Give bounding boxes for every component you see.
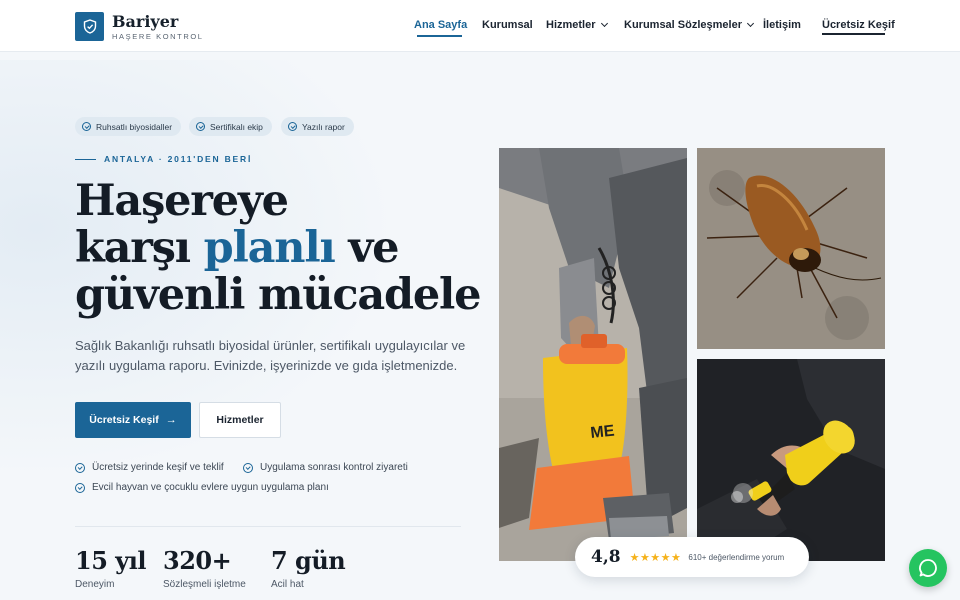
nav-item-kurumsal[interactable]: Kurumsal: [482, 19, 533, 31]
rating-card: 4,8 ★★★★★ 610+ değerlendirme yorum: [575, 537, 809, 577]
nav-item-hizmetler[interactable]: Hizmetler: [546, 19, 608, 31]
nav-item-iletisim[interactable]: İletişim: [763, 19, 801, 31]
check-circle-icon: [196, 122, 205, 131]
nav-item-kurumsal-sozlesmeler[interactable]: Kurumsal Sözleşmeler: [624, 19, 755, 31]
arrow-right-icon: →: [165, 414, 177, 426]
cockroach-image: [697, 148, 885, 349]
services-button[interactable]: Hizmetler: [199, 402, 281, 438]
svg-text:ME: ME: [590, 423, 616, 442]
nav-item-home[interactable]: Ana Sayfa: [414, 19, 467, 31]
site-header: Bariyer HAŞERE KONTROL Ana Sayfa Kurumsa…: [0, 0, 960, 52]
nav-cta-link[interactable]: Ücretsiz Keşif: [822, 19, 895, 31]
feature-item: Uygulama sonrası kontrol ziyareti: [243, 462, 408, 473]
eyebrow-line: [75, 159, 96, 160]
stat-label: Sözleşmeli işletme: [163, 579, 246, 590]
check-circle-icon: [288, 122, 297, 131]
chevron-down-icon: [746, 19, 755, 28]
badge-ruhsatli: Ruhsatlı biyosidaller: [75, 117, 182, 136]
stat-value: 320+: [163, 546, 232, 575]
check-circle-icon: [75, 462, 85, 473]
brand-name[interactable]: Bariyer: [112, 12, 178, 31]
feature-item: Ücretsiz yerinde keşif ve teklif: [75, 462, 224, 473]
stat-value: 15 yıl: [75, 546, 146, 575]
brand-tagline: HAŞERE KONTROL: [112, 32, 204, 41]
check-circle-icon: [75, 482, 85, 493]
feature-item: Evcil hayvan ve çocuklu evlere uygun uyg…: [75, 482, 329, 493]
check-circle-icon: [82, 122, 91, 131]
chevron-down-icon: [600, 19, 608, 28]
technician-sprayer-image: ME: [499, 148, 687, 561]
shield-check-icon[interactable]: [75, 12, 104, 41]
stats-divider: [75, 526, 461, 527]
rating-count: 610+ değerlendirme yorum: [688, 552, 785, 562]
hero-headline: Haşereye karşı planlı ve güvenli mücadel…: [75, 176, 482, 320]
rating-score: 4,8: [591, 547, 621, 567]
stat-value: 7 gün: [271, 546, 346, 575]
whatsapp-chat-button[interactable]: [909, 549, 947, 587]
star-rating-icon: ★★★★★: [629, 551, 682, 564]
eyebrow-text: ANTALYA · 2011'DEN BERİ: [104, 154, 253, 164]
badge-rapor: Yazılı rapor: [281, 117, 354, 136]
stat-label: Acil hat: [271, 579, 304, 590]
spray-gun-image: [697, 359, 885, 561]
check-circle-icon: [243, 462, 253, 473]
nav-cta-underline: [822, 33, 885, 35]
nav-active-indicator: [417, 35, 462, 37]
free-survey-button[interactable]: Ücretsiz Keşif →: [75, 402, 191, 438]
badge-sertifikali: Sertifikalı ekip: [189, 117, 272, 136]
stat-label: Deneyim: [75, 579, 115, 590]
chat-bubble-icon: [919, 559, 937, 577]
hero-lead: Sağlık Bakanlığı ruhsatlı biyosidal ürün…: [75, 338, 466, 373]
